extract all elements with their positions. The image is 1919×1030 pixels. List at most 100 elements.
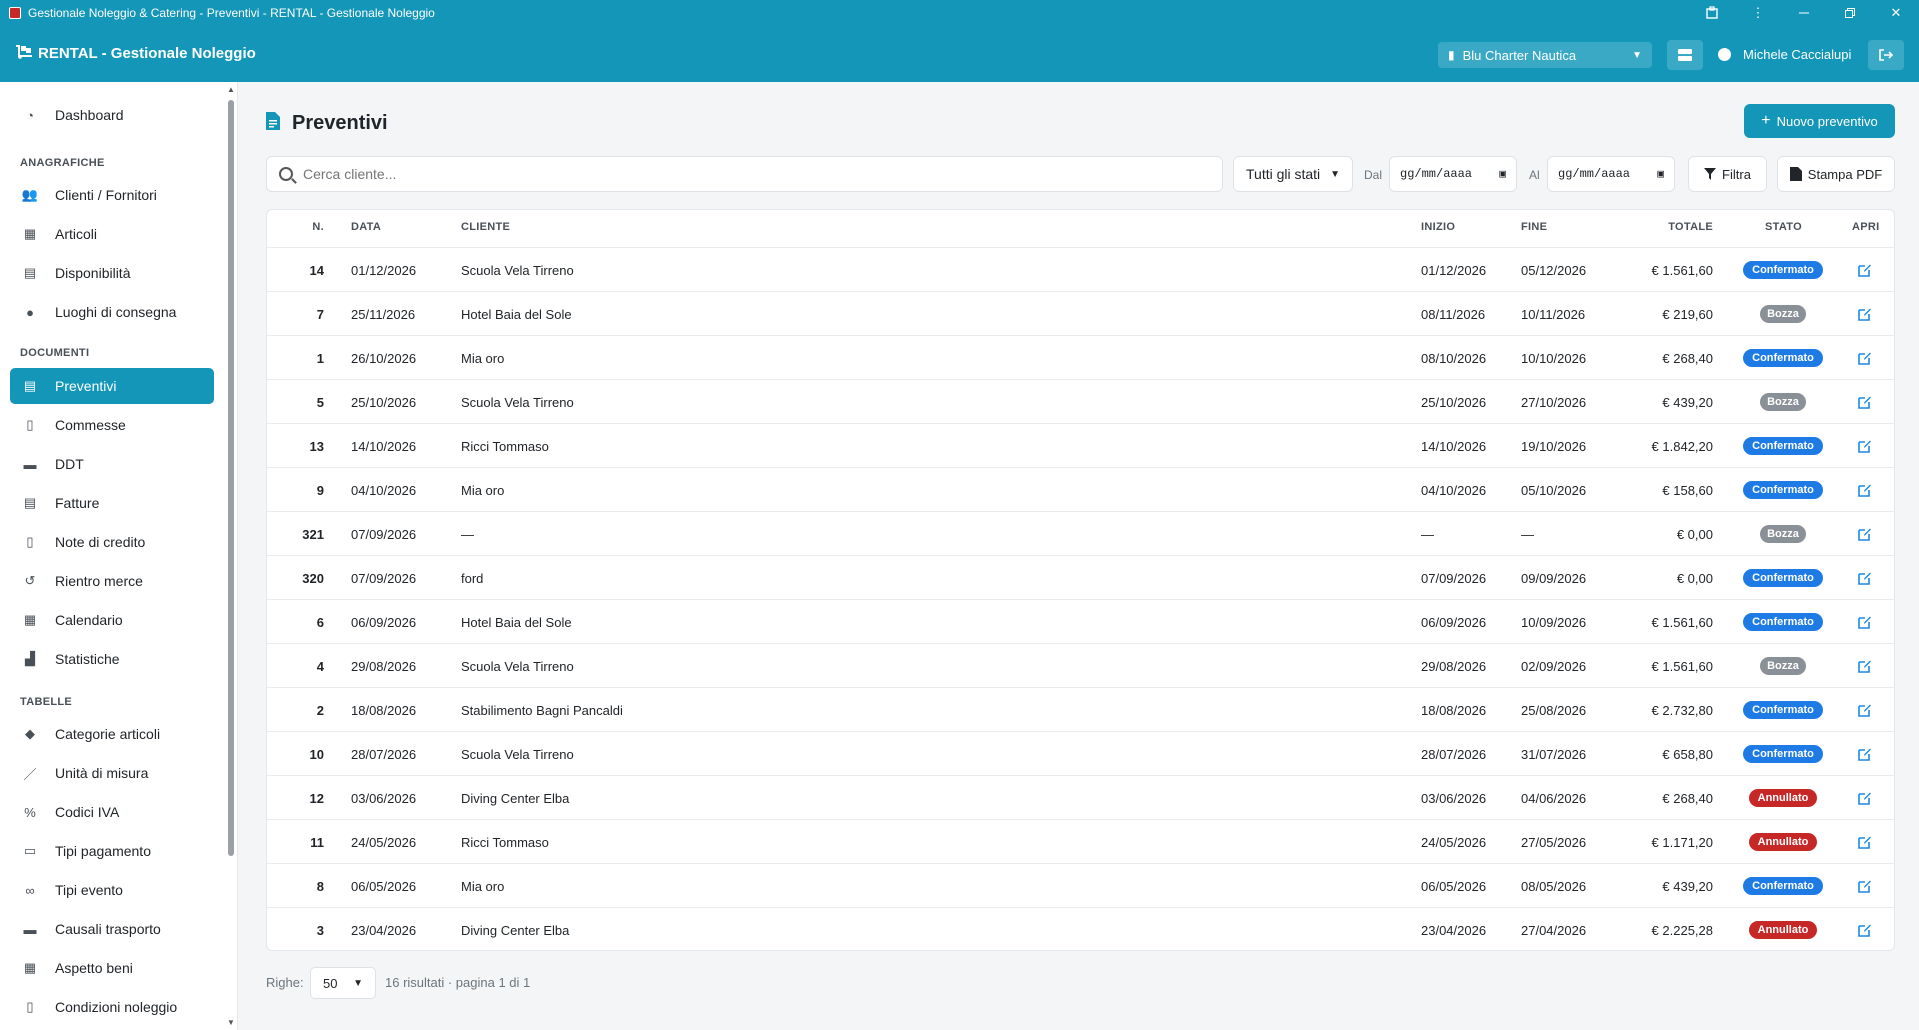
calendar-icon[interactable]: ▣ [1499, 167, 1506, 181]
cell-start-date: 03/06/2026 [1421, 791, 1487, 806]
edit-icon[interactable] [1858, 703, 1872, 717]
col-header-stato[interactable]: STATO [1765, 221, 1802, 233]
section-tabelle: TABELLE [20, 696, 73, 708]
sidebar-item-condizioni-noleggio[interactable]: ▯ Condizioni noleggio [10, 989, 214, 1025]
sidebar-item-calendario[interactable]: ▦ Calendario [10, 602, 214, 638]
sidebar-scrollbar[interactable] [228, 100, 234, 856]
window-title: Gestionale Noleggio & Catering - Prevent… [28, 5, 435, 20]
edit-icon[interactable] [1858, 571, 1872, 585]
cell-total: € 158,60 [1662, 483, 1713, 498]
sidebar-item-aspetto-beni[interactable]: ▦ Aspetto beni [10, 950, 214, 986]
company-select[interactable]: ▮ Blu Charter Nautica ▼ [1438, 42, 1652, 68]
cell-total: € 1.171,20 [1651, 835, 1713, 850]
calendar-icon[interactable]: ▣ [1657, 167, 1664, 181]
file-contract-icon: ▯ [26, 999, 34, 1014]
cell-start-date: 06/05/2026 [1421, 879, 1487, 894]
col-header-totale[interactable]: TOTALE [1640, 221, 1713, 233]
sidebar-item-label: DDT [55, 456, 84, 472]
user-menu[interactable]: Michele Caccialupi [1718, 47, 1851, 62]
restore-button[interactable] [1827, 0, 1873, 25]
edit-icon[interactable] [1858, 263, 1872, 277]
col-header-fine[interactable]: FINE [1521, 221, 1547, 233]
edit-icon[interactable] [1858, 615, 1872, 629]
server-button[interactable] [1667, 40, 1703, 70]
col-header-data[interactable]: DATA [351, 221, 381, 233]
cell-number: 9 [316, 483, 324, 498]
sidebar-item-codici-iva[interactable]: % Codici IVA [10, 794, 214, 830]
col-header-inizio[interactable]: INIZIO [1421, 221, 1455, 233]
sidebar-item-causali-trasporto[interactable]: ▬ Causali trasporto [10, 911, 214, 947]
edit-icon[interactable] [1858, 791, 1872, 805]
col-header-cliente[interactable]: CLIENTE [461, 221, 510, 233]
cell-total: € 2.732,80 [1651, 703, 1713, 718]
cell-end-date: 10/09/2026 [1521, 615, 1587, 630]
sidebar-item-statistiche[interactable]: ▟ Statistiche [10, 641, 214, 677]
search-box[interactable] [266, 156, 1223, 192]
sidebar-item-luoghi-consegna[interactable]: ● Luoghi di consegna [10, 294, 214, 330]
sidebar-item-commesse[interactable]: ▯ Commesse [10, 407, 214, 443]
cell-date: 29/08/2026 [351, 659, 417, 674]
brand[interactable]: RENTAL - Gestionale Noleggio [15, 45, 256, 62]
status-filter-select[interactable]: Tutti gli stati ▼ [1233, 156, 1353, 192]
extension-icon[interactable] [1689, 0, 1735, 25]
rows-per-page-select[interactable]: 50 ▼ [310, 967, 376, 999]
sidebar-item-label: Tipi evento [55, 882, 123, 898]
edit-icon[interactable] [1858, 395, 1872, 409]
minimize-button[interactable] [1781, 0, 1827, 25]
plus-icon: + [1761, 112, 1771, 129]
sidebar-item-disponibilita[interactable]: ▤ Disponibilità [10, 255, 214, 291]
chevron-down-icon: ▼ [353, 977, 363, 989]
sidebar-item-label: Fatture [55, 495, 100, 511]
app-header: RENTAL - Gestionale Noleggio ▮ Blu Chart… [0, 25, 1919, 82]
edit-icon[interactable] [1858, 835, 1872, 849]
sidebar-item-unita-misura[interactable]: ／ Unità di misura [10, 755, 214, 791]
sidebar-item-fatture[interactable]: ▤ Fatture [10, 485, 214, 521]
tags-icon: ◆ [25, 726, 35, 741]
cell-start-date: — [1421, 527, 1434, 542]
filter-button[interactable]: Filtra [1688, 156, 1767, 192]
new-quote-button[interactable]: + Nuovo preventivo [1744, 104, 1895, 138]
sidebar-item-categorie-articoli[interactable]: ◆ Categorie articoli [10, 716, 214, 752]
sidebar-item-dashboard[interactable]: ◔ Dashboard [10, 97, 214, 133]
edit-icon[interactable] [1858, 879, 1872, 893]
app-icon [9, 6, 21, 19]
close-window-button[interactable]: ✕ [1873, 0, 1919, 25]
scroll-down-arrow[interactable]: ▼ [227, 1018, 235, 1027]
logout-button[interactable] [1868, 40, 1904, 70]
sidebar-item-ddt[interactable]: ▬ DDT [10, 446, 214, 482]
more-menu-icon[interactable]: ⋮ [1735, 0, 1781, 25]
sidebar-item-articoli[interactable]: ▦ Articoli [10, 216, 214, 252]
status-badge: Confermato [1743, 613, 1823, 631]
from-date-input[interactable]: gg/mm/aaaa ▣ [1389, 156, 1517, 192]
sidebar-item-note-credito[interactable]: ▯ Note di credito [10, 524, 214, 560]
truck-loading-icon: ▬ [23, 921, 37, 937]
status-badge: Bozza [1760, 305, 1806, 323]
edit-icon[interactable] [1858, 439, 1872, 453]
col-header-n[interactable]: N. [300, 221, 324, 233]
edit-icon[interactable] [1858, 351, 1872, 365]
edit-icon[interactable] [1858, 307, 1872, 321]
cell-total: € 439,20 [1662, 395, 1713, 410]
sidebar-item-preventivi[interactable]: ▤ Preventivi [10, 368, 214, 404]
gauge-icon: ◔ [26, 107, 34, 123]
edit-icon[interactable] [1858, 527, 1872, 541]
cell-number: 320 [302, 571, 324, 586]
scroll-up-arrow[interactable]: ▲ [227, 85, 235, 94]
sidebar-item-label: Codici IVA [55, 804, 120, 820]
edit-icon[interactable] [1858, 923, 1872, 937]
sidebar-item-rientro-merce[interactable]: ↺ Rientro merce [10, 563, 214, 599]
cell-client: ford [461, 571, 484, 586]
cell-start-date: 23/04/2026 [1421, 923, 1487, 938]
cell-total: € 1.842,20 [1651, 439, 1713, 454]
calendar-icon: ▦ [23, 612, 37, 627]
edit-icon[interactable] [1858, 659, 1872, 673]
status-badge: Confermato [1743, 701, 1823, 719]
edit-icon[interactable] [1858, 483, 1872, 497]
search-input[interactable] [303, 166, 1183, 182]
sidebar-item-clienti[interactable]: 👥 Clienti / Fornitori [10, 177, 214, 213]
sidebar-item-tipi-evento[interactable]: ∞ Tipi evento [10, 872, 214, 908]
print-pdf-button[interactable]: Stampa PDF [1777, 156, 1895, 192]
to-date-input[interactable]: gg/mm/aaaa ▣ [1547, 156, 1675, 192]
edit-icon[interactable] [1858, 747, 1872, 761]
sidebar-item-tipi-pagamento[interactable]: ▭ Tipi pagamento [10, 833, 214, 869]
